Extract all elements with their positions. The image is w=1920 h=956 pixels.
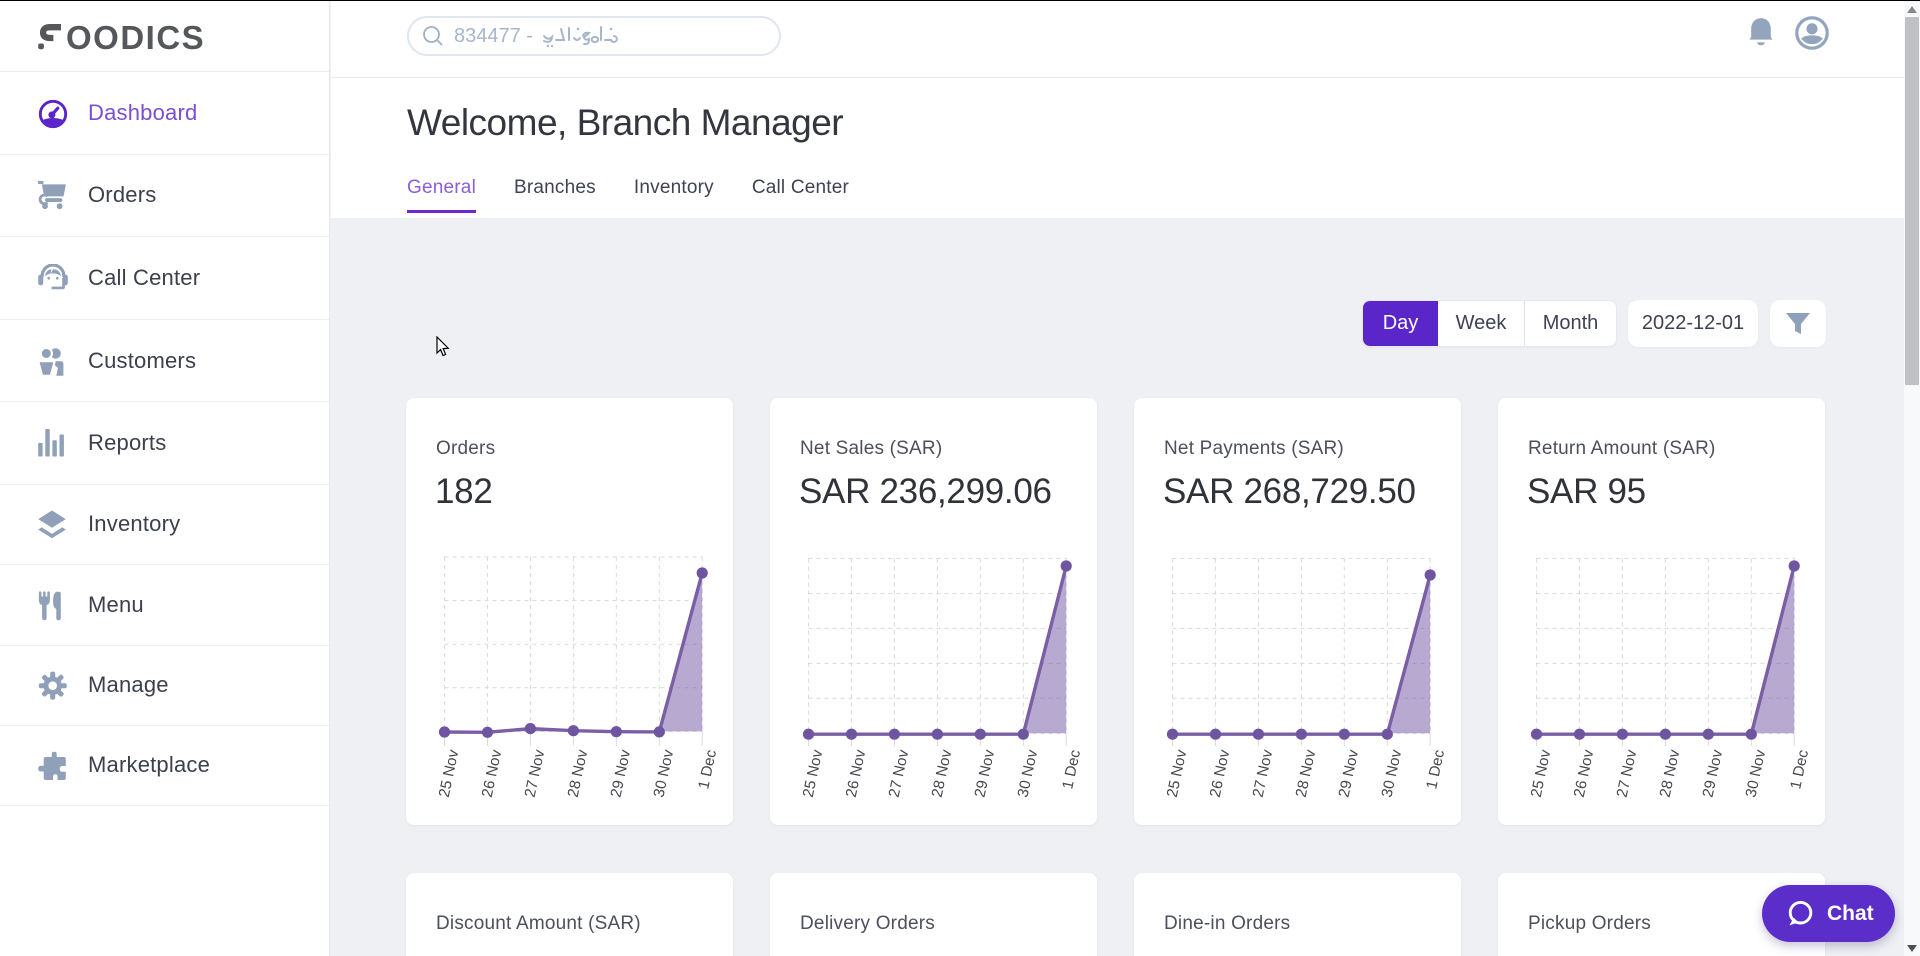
svg-text:27 Nov: 27 Nov xyxy=(886,748,913,799)
svg-text:27 Nov: 27 Nov xyxy=(1614,748,1641,799)
svg-text:29 Nov: 29 Nov xyxy=(972,748,999,799)
svg-text:28 Nov: 28 Nov xyxy=(565,748,592,799)
svg-text:29 Nov: 29 Nov xyxy=(608,748,635,799)
svg-text:27 Nov: 27 Nov xyxy=(1250,748,1277,799)
svg-text:OODICS: OODICS xyxy=(66,19,205,56)
svg-text:29 Nov: 29 Nov xyxy=(1336,748,1363,799)
svg-text:25 Nov: 25 Nov xyxy=(1528,748,1555,799)
svg-text:1 Dec: 1 Dec xyxy=(1423,748,1448,791)
svg-text:26 Nov: 26 Nov xyxy=(479,748,506,799)
svg-text:28 Nov: 28 Nov xyxy=(929,748,956,799)
svg-text:26 Nov: 26 Nov xyxy=(1571,748,1598,799)
svg-text:30 Nov: 30 Nov xyxy=(1015,748,1042,799)
svg-text:27 Nov: 27 Nov xyxy=(522,748,549,799)
svg-text:29 Nov: 29 Nov xyxy=(1700,748,1727,799)
svg-text:26 Nov: 26 Nov xyxy=(1207,748,1234,799)
svg-text:1 Dec: 1 Dec xyxy=(695,748,720,791)
svg-text:30 Nov: 30 Nov xyxy=(1379,748,1406,799)
svg-text:25 Nov: 25 Nov xyxy=(436,748,463,799)
svg-text:25 Nov: 25 Nov xyxy=(1164,748,1191,799)
svg-text:26 Nov: 26 Nov xyxy=(843,748,870,799)
svg-text:1 Dec: 1 Dec xyxy=(1787,748,1812,791)
svg-text:1 Dec: 1 Dec xyxy=(1059,748,1084,791)
svg-text:30 Nov: 30 Nov xyxy=(651,748,678,799)
svg-text:28 Nov: 28 Nov xyxy=(1657,748,1684,799)
svg-text:28 Nov: 28 Nov xyxy=(1293,748,1320,799)
svg-text:30 Nov: 30 Nov xyxy=(1743,748,1770,799)
svg-text:25 Nov: 25 Nov xyxy=(800,748,827,799)
